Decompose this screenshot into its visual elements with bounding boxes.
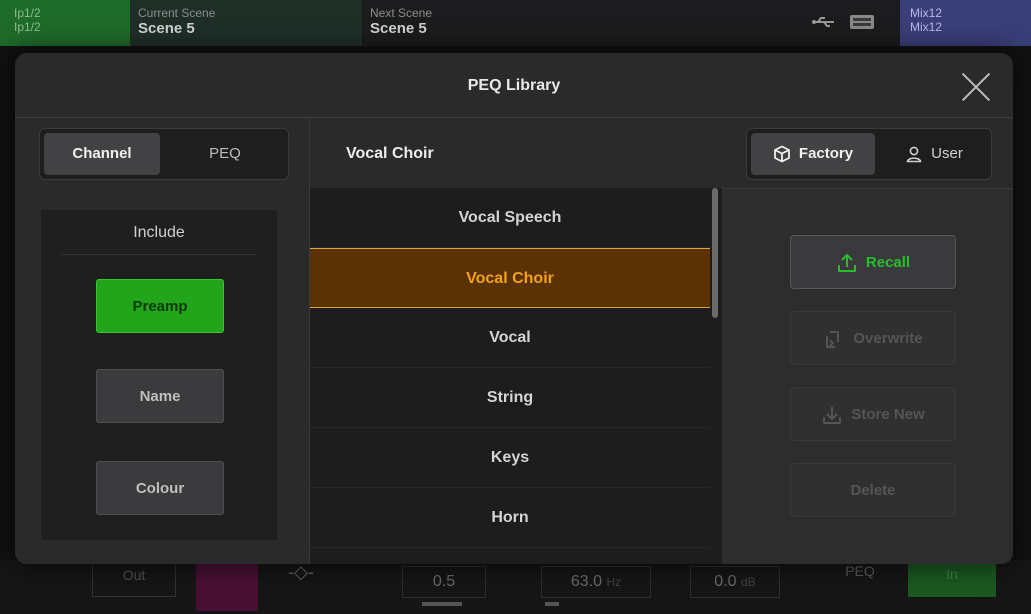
include-panel: Include Preamp Name Colour [41,210,277,540]
preset-item-keys[interactable]: Keys [310,428,710,488]
gain-value-field[interactable]: 0.0 dB [690,566,780,598]
current-scene-box[interactable]: Current Scene Scene 5 [130,0,362,46]
list-scrollbar[interactable] [712,188,718,318]
right-panel: Factory User Recall Overwrite Store New … [722,118,1013,564]
input-line-2: Ip1/2 [14,20,41,34]
next-scene-value: Scene 5 [370,20,427,37]
store-icon [823,407,842,425]
gain-value: 0.0 [714,573,737,590]
include-colour-toggle[interactable]: Colour [96,461,224,515]
preset-list-panel: Vocal Choir Vocal Speech Vocal Choir Voc… [309,118,723,564]
peq-label: PEQ [845,563,875,579]
tab-factory[interactable]: Factory [751,133,875,175]
peq-library-dialog: PEQ Library Channel PEQ Include Preamp N… [15,53,1013,564]
include-name-toggle[interactable]: Name [96,369,224,423]
delete-button[interactable]: Delete [790,463,956,517]
tab-peq[interactable]: PEQ [166,133,284,175]
recall-button[interactable]: Recall [790,235,956,289]
current-scene-value: Scene 5 [138,20,195,37]
store-new-label: Store New [851,406,925,423]
input-routing-box[interactable]: Ip1/2 Ip1/2 [0,0,130,46]
preset-item-vocal-speech[interactable]: Vocal Speech [310,188,710,248]
mode-segmented-control: Channel PEQ [39,128,289,180]
status-icons [808,12,898,36]
close-icon[interactable] [955,67,995,107]
store-new-button[interactable]: Store New [790,387,956,441]
mix-line-2: Mix12 [910,20,943,34]
left-panel: Channel PEQ Include Preamp Name Colour [15,118,309,564]
freq-slider-bar[interactable] [545,602,559,606]
colour-swatch[interactable] [196,563,258,611]
storage-icon [850,15,874,29]
out-button[interactable]: Out [92,563,176,597]
input-line-1: Ip1/2 [14,6,41,20]
tab-user-label: User [931,145,963,162]
recall-icon [837,254,856,273]
include-title: Include [133,224,185,241]
dialog-title: PEQ Library [467,77,561,94]
cube-icon [774,145,790,163]
current-scene-label: Current Scene [138,6,216,20]
mix-select-box[interactable]: Mix12 Mix12 [900,0,1031,46]
preset-item-vocal[interactable]: Vocal [310,308,710,368]
library-segmented-control: Factory User [746,128,992,180]
top-status-bar: Ip1/2 Ip1/2 Current Scene Scene 5 Next S… [0,0,1031,46]
next-scene-label: Next Scene [370,6,433,20]
user-icon [906,146,922,163]
overwrite-icon [826,331,840,349]
selected-preset-title: Vocal Choir [310,118,723,188]
delete-label: Delete [850,482,896,499]
tab-factory-label: Factory [798,145,854,162]
in-button[interactable]: In [908,563,996,597]
tab-channel[interactable]: Channel [44,133,160,175]
freq-unit: Hz [606,575,622,589]
include-divider [61,254,257,255]
filter-shape-icon[interactable]: -◇- [288,562,314,583]
overwrite-label: Overwrite [853,330,923,347]
actions-panel: Recall Overwrite Store New Delete [722,188,1013,564]
tab-user[interactable]: User [881,133,987,175]
overwrite-button[interactable]: Overwrite [790,311,956,365]
include-preamp-toggle[interactable]: Preamp [96,279,224,333]
freq-value: 63.0 [570,573,602,590]
preset-item-horn[interactable]: Horn [310,488,710,548]
mix-line-1: Mix12 [910,6,943,20]
preset-item-vocal-choir[interactable]: Vocal Choir [310,248,710,308]
q-value-field[interactable]: 0.5 [402,566,486,598]
q-value: 0.5 [432,573,456,590]
usb-icon [812,17,834,27]
preset-list[interactable]: Vocal Speech Vocal Choir Vocal String Ke… [310,188,723,564]
q-slider-bar[interactable] [422,602,462,606]
preset-item-string[interactable]: String [310,368,710,428]
recall-label: Recall [865,254,911,271]
next-scene-box[interactable]: Next Scene Scene 5 [362,0,594,46]
gain-unit: dB [741,575,756,589]
freq-value-field[interactable]: 63.0 Hz [541,566,651,598]
